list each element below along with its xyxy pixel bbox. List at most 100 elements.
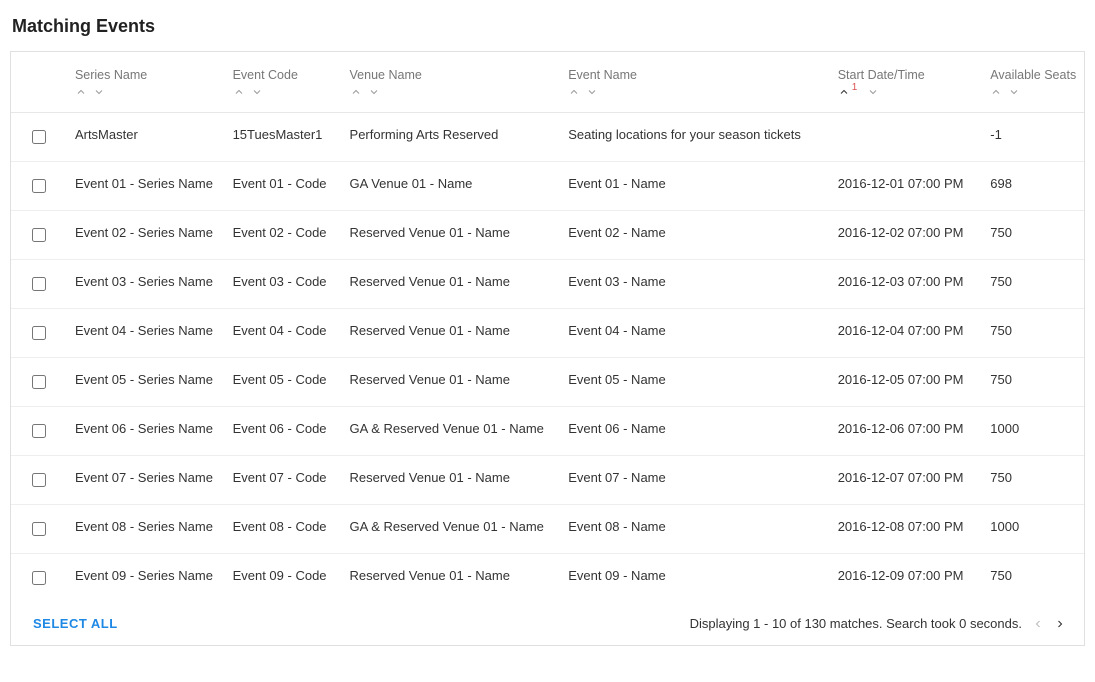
next-page-icon[interactable] — [1054, 618, 1066, 630]
col-venue-label: Venue Name — [350, 68, 422, 82]
series-cell: Event 05 - Series Name — [67, 358, 225, 407]
table-footer: SELECT ALL Displaying 1 - 10 of 130 matc… — [11, 602, 1084, 645]
table-row: Event 05 - Series NameEvent 05 - CodeRes… — [11, 358, 1084, 407]
sort-desc-icon[interactable] — [251, 86, 263, 98]
table-header-row: Series Name Event Code Venue Name — [11, 52, 1084, 113]
col-venue: Venue Name — [342, 52, 561, 113]
row-checkbox[interactable] — [32, 277, 46, 291]
prev-page-icon[interactable] — [1032, 618, 1044, 630]
sort-desc-icon[interactable] — [586, 86, 598, 98]
row-checkbox[interactable] — [32, 326, 46, 340]
row-checkbox[interactable] — [32, 375, 46, 389]
series-cell: Event 02 - Series Name — [67, 211, 225, 260]
datetime-cell: 2016-12-04 07:00 PM — [830, 309, 983, 358]
row-checkbox[interactable] — [32, 228, 46, 242]
col-event-name: Event Name — [560, 52, 830, 113]
row-checkbox[interactable] — [32, 522, 46, 536]
code-cell: 15TuesMaster1 — [225, 113, 342, 162]
table-row: Event 07 - Series NameEvent 07 - CodeRes… — [11, 456, 1084, 505]
sort-asc-icon[interactable] — [75, 86, 87, 98]
seats-cell: 750 — [982, 554, 1084, 603]
select-all-button[interactable]: SELECT ALL — [33, 616, 118, 631]
venue-cell: Reserved Venue 01 - Name — [342, 456, 561, 505]
venue-cell: Reserved Venue 01 - Name — [342, 309, 561, 358]
sort-asc-icon[interactable] — [990, 86, 1002, 98]
table-row: Event 04 - Series NameEvent 04 - CodeRes… — [11, 309, 1084, 358]
row-checkbox-cell — [11, 309, 67, 358]
event-name-cell: Event 03 - Name — [560, 260, 830, 309]
datetime-cell: 2016-12-06 07:00 PM — [830, 407, 983, 456]
venue-cell: Reserved Venue 01 - Name — [342, 358, 561, 407]
row-checkbox-cell — [11, 358, 67, 407]
seats-cell: 750 — [982, 211, 1084, 260]
event-name-cell: Event 04 - Name — [560, 309, 830, 358]
sort-desc-icon[interactable] — [368, 86, 380, 98]
code-cell: Event 07 - Code — [225, 456, 342, 505]
row-checkbox[interactable] — [32, 130, 46, 144]
datetime-cell: 2016-12-07 07:00 PM — [830, 456, 983, 505]
seats-cell: -1 — [982, 113, 1084, 162]
row-checkbox[interactable] — [32, 571, 46, 585]
venue-cell: Reserved Venue 01 - Name — [342, 554, 561, 603]
table-row: Event 06 - Series NameEvent 06 - CodeGA … — [11, 407, 1084, 456]
seats-cell: 750 — [982, 260, 1084, 309]
seats-cell: 1000 — [982, 505, 1084, 554]
table-row: ArtsMaster15TuesMaster1Performing Arts R… — [11, 113, 1084, 162]
col-code-label: Event Code — [233, 68, 298, 82]
seats-cell: 1000 — [982, 407, 1084, 456]
table-row: Event 08 - Series NameEvent 08 - CodeGA … — [11, 505, 1084, 554]
series-cell: Event 04 - Series Name — [67, 309, 225, 358]
row-checkbox-cell — [11, 113, 67, 162]
venue-cell: GA & Reserved Venue 01 - Name — [342, 505, 561, 554]
sort-desc-icon[interactable] — [867, 86, 879, 98]
col-series-label: Series Name — [75, 68, 147, 82]
row-checkbox-cell — [11, 162, 67, 211]
row-checkbox-cell — [11, 260, 67, 309]
sort-asc-icon[interactable] — [233, 86, 245, 98]
col-datetime: Start Date/Time 1 — [830, 52, 983, 113]
row-checkbox-cell — [11, 554, 67, 603]
col-datetime-label: Start Date/Time — [838, 68, 925, 82]
series-cell: Event 08 - Series Name — [67, 505, 225, 554]
sort-asc-icon[interactable] — [568, 86, 580, 98]
row-checkbox[interactable] — [32, 179, 46, 193]
row-checkbox-cell — [11, 505, 67, 554]
code-cell: Event 06 - Code — [225, 407, 342, 456]
seats-cell: 750 — [982, 456, 1084, 505]
seats-cell: 750 — [982, 358, 1084, 407]
series-cell: ArtsMaster — [67, 113, 225, 162]
event-name-cell: Seating locations for your season ticket… — [560, 113, 830, 162]
event-name-cell: Event 07 - Name — [560, 456, 830, 505]
datetime-cell: 2016-12-09 07:00 PM — [830, 554, 983, 603]
pagination-status: Displaying 1 - 10 of 130 matches. Search… — [690, 616, 1022, 631]
row-checkbox-cell — [11, 407, 67, 456]
datetime-cell — [830, 113, 983, 162]
sort-asc-icon[interactable] — [350, 86, 362, 98]
sort-desc-icon[interactable] — [93, 86, 105, 98]
row-checkbox-cell — [11, 211, 67, 260]
code-cell: Event 04 - Code — [225, 309, 342, 358]
venue-cell: GA & Reserved Venue 01 - Name — [342, 407, 561, 456]
table-row: Event 02 - Series NameEvent 02 - CodeRes… — [11, 211, 1084, 260]
event-name-cell: Event 09 - Name — [560, 554, 830, 603]
row-checkbox[interactable] — [32, 424, 46, 438]
sort-desc-icon[interactable] — [1008, 86, 1020, 98]
series-cell: Event 09 - Series Name — [67, 554, 225, 603]
sort-asc-icon[interactable] — [838, 86, 850, 98]
event-name-cell: Event 08 - Name — [560, 505, 830, 554]
series-cell: Event 06 - Series Name — [67, 407, 225, 456]
code-cell: Event 05 - Code — [225, 358, 342, 407]
page-title: Matching Events — [12, 16, 1085, 37]
series-cell: Event 07 - Series Name — [67, 456, 225, 505]
datetime-cell: 2016-12-08 07:00 PM — [830, 505, 983, 554]
event-name-cell: Event 01 - Name — [560, 162, 830, 211]
events-table: Series Name Event Code Venue Name — [11, 52, 1084, 602]
datetime-cell: 2016-12-05 07:00 PM — [830, 358, 983, 407]
row-checkbox[interactable] — [32, 473, 46, 487]
col-event-name-label: Event Name — [568, 68, 637, 82]
code-cell: Event 01 - Code — [225, 162, 342, 211]
seats-cell: 698 — [982, 162, 1084, 211]
code-cell: Event 08 - Code — [225, 505, 342, 554]
venue-cell: Performing Arts Reserved — [342, 113, 561, 162]
code-cell: Event 02 - Code — [225, 211, 342, 260]
